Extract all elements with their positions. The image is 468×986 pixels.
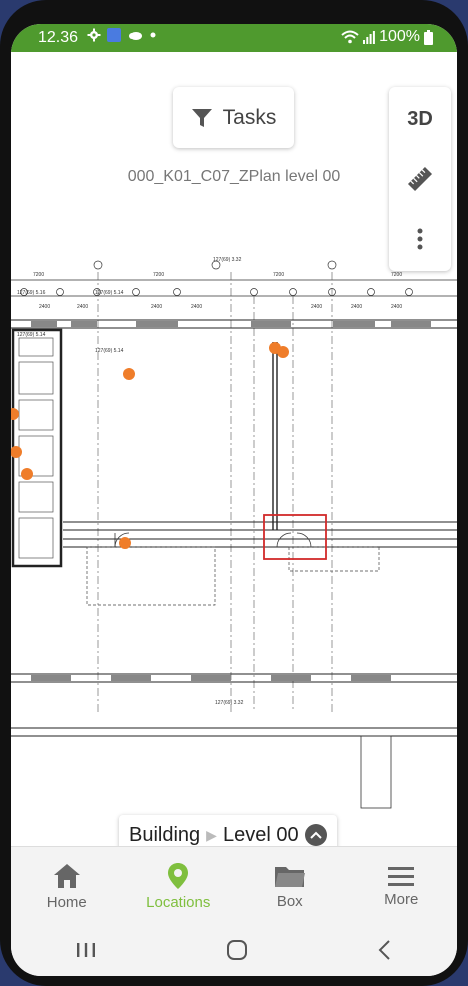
hamburger-menu-icon <box>388 866 415 886</box>
section-ref-label: 127(69) 3.32 <box>215 700 244 706</box>
phone-frame: 12.36 100% 7200 7200 7200 7200 2400 2400… <box>0 0 468 986</box>
tasks-filter-button[interactable]: Tasks <box>173 87 294 148</box>
side-toolbar: 3D <box>389 87 451 271</box>
dim-label: 2400 <box>391 304 402 310</box>
3d-view-button[interactable]: 3D <box>389 91 451 147</box>
breadcrumb-building[interactable]: Building <box>129 824 200 847</box>
dim-label: 2400 <box>39 304 50 310</box>
status-icons-right: 100% <box>341 28 433 46</box>
dim-label: 2400 <box>351 304 362 310</box>
measure-button[interactable] <box>389 151 451 207</box>
home-circle-icon[interactable] <box>226 939 248 961</box>
dim-label: 2400 <box>77 304 88 310</box>
home-icon <box>53 863 80 888</box>
nav-more-label: More <box>384 890 419 908</box>
bottom-navigation: Home Locations Box More <box>11 846 457 925</box>
nav-locations-label: Locations <box>146 893 211 911</box>
location-pin-icon <box>168 862 189 889</box>
folder-icon <box>274 866 305 887</box>
section-ref-label: 127(69) 5.16 <box>17 290 46 296</box>
dim-label: 7200 <box>391 272 402 278</box>
wifi-icon <box>341 30 359 44</box>
nav-locations[interactable]: Locations <box>123 847 235 925</box>
back-icon[interactable] <box>377 939 393 961</box>
filter-funnel-icon <box>191 108 212 127</box>
dim-label: 7200 <box>153 272 164 278</box>
status-bar: 12.36 100% <box>11 24 457 52</box>
floor-plan-viewer[interactable]: 7200 7200 7200 7200 2400 2400 2400 2400 … <box>11 52 457 855</box>
dim-label: 7200 <box>273 272 284 278</box>
cloud-icon <box>129 32 142 40</box>
status-icons-left <box>87 28 157 42</box>
screen: 12.36 100% 7200 7200 7200 7200 2400 2400… <box>11 24 457 976</box>
ruler-icon <box>407 166 433 192</box>
nav-more[interactable]: More <box>346 847 458 925</box>
section-ref-label: 127(69) 3.32 <box>213 257 242 263</box>
recent-apps-icon[interactable] <box>75 941 97 959</box>
nav-box-label: Box <box>276 892 303 910</box>
nav-home[interactable]: Home <box>11 847 123 925</box>
chevron-up-icon[interactable] <box>304 824 327 846</box>
dim-label: 2400 <box>191 304 202 310</box>
dim-label: 7200 <box>33 272 44 278</box>
section-ref-label: 127(69) 5.14 <box>95 348 124 354</box>
breadcrumb-separator-icon: ▶ <box>206 826 217 843</box>
tasks-label: Tasks <box>222 105 277 129</box>
notification-dot-icon <box>150 32 156 38</box>
more-options-button[interactable] <box>389 211 451 267</box>
battery-icon <box>424 29 433 45</box>
dim-label: 2400 <box>151 304 162 310</box>
status-time: 12.36 <box>38 29 79 46</box>
nav-home-label: Home <box>46 893 87 911</box>
breadcrumb-level[interactable]: Level 00 <box>223 824 299 847</box>
dim-label: 2400 <box>311 304 322 310</box>
battery-percent: 100% <box>379 28 420 45</box>
nav-box[interactable]: Box <box>234 847 346 925</box>
settings-gear-icon <box>87 28 101 42</box>
signal-icon <box>363 31 375 44</box>
section-ref-label: 127(69) 5.14 <box>95 290 124 296</box>
system-navigation-bar <box>11 924 457 976</box>
gallery-app-icon <box>107 28 121 42</box>
kebab-menu-icon <box>417 228 423 250</box>
section-ref-label: 127(69) 5.14 <box>17 332 46 338</box>
